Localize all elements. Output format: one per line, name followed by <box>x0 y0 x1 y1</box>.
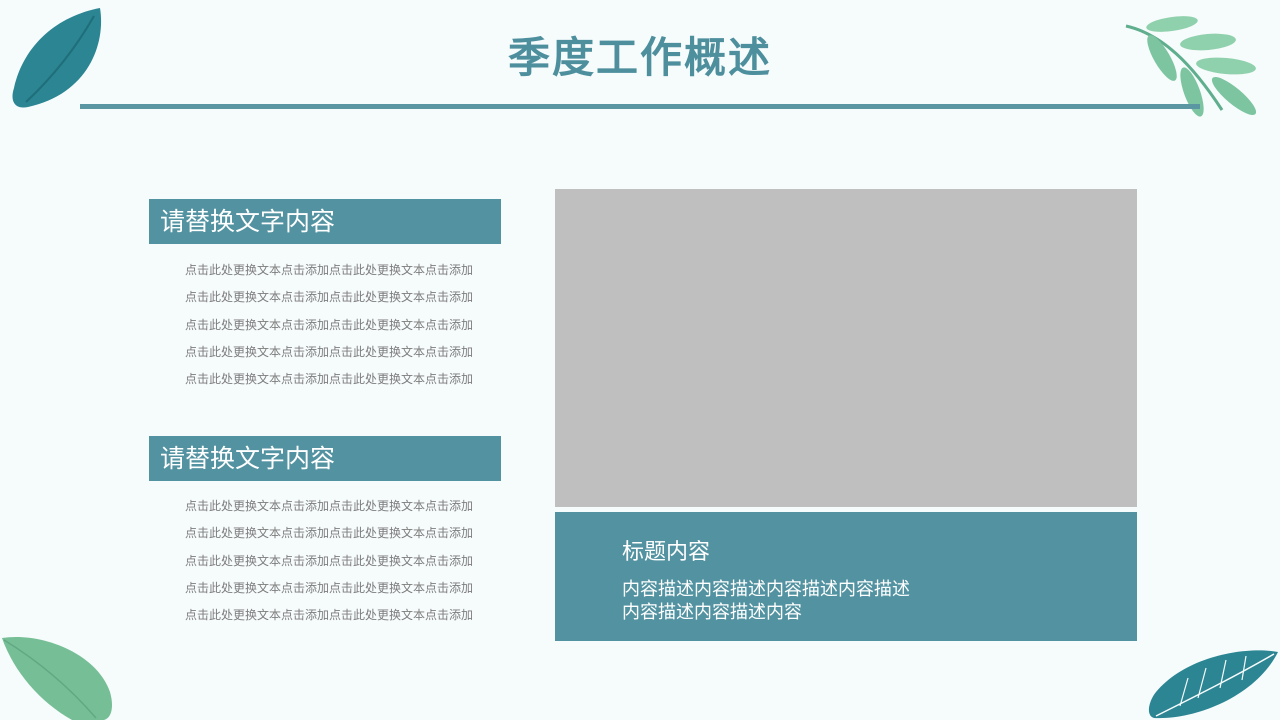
section-body-1: 点击此处更换文本点击添加点击此处更换文本点击添加 点击此处更换文本点击添加点击此… <box>185 261 505 397</box>
card-description[interactable]: 内容描述内容描述内容描述内容描述 内容描述内容描述内容 <box>622 578 952 624</box>
body-line[interactable]: 点击此处更换文本点击添加点击此处更换文本点击添加 <box>185 370 505 397</box>
body-line[interactable]: 点击此处更换文本点击添加点击此处更换文本点击添加 <box>185 606 505 633</box>
card-desc-line: 内容描述内容描述内容描述内容描述 <box>622 579 910 600</box>
body-line[interactable]: 点击此处更换文本点击添加点击此处更换文本点击添加 <box>185 261 505 288</box>
body-line[interactable]: 点击此处更换文本点击添加点击此处更换文本点击添加 <box>185 579 505 606</box>
page-title: 季度工作概述 <box>507 33 772 82</box>
section-body-2: 点击此处更换文本点击添加点击此处更换文本点击添加 点击此处更换文本点击添加点击此… <box>185 497 505 633</box>
body-line[interactable]: 点击此处更换文本点击添加点击此处更换文本点击添加 <box>185 288 505 315</box>
body-line[interactable]: 点击此处更换文本点击添加点击此处更换文本点击添加 <box>185 552 505 579</box>
title-divider <box>80 104 1200 109</box>
leaf-bottom-right-icon <box>1146 646 1280 720</box>
image-placeholder[interactable] <box>555 189 1137 507</box>
body-line[interactable]: 点击此处更换文本点击添加点击此处更换文本点击添加 <box>185 524 505 551</box>
leaf-bottom-left-icon <box>0 632 114 720</box>
body-line[interactable]: 点击此处更换文本点击添加点击此处更换文本点击添加 <box>185 497 505 524</box>
body-line[interactable]: 点击此处更换文本点击添加点击此处更换文本点击添加 <box>185 343 505 370</box>
section-heading-1[interactable]: 请替换文字内容 <box>149 199 501 244</box>
card-title[interactable]: 标题内容 <box>622 538 710 568</box>
body-line[interactable]: 点击此处更换文本点击添加点击此处更换文本点击添加 <box>185 316 505 343</box>
section-heading-2[interactable]: 请替换文字内容 <box>149 436 501 481</box>
card-desc-line: 内容描述内容描述内容 <box>622 602 802 623</box>
